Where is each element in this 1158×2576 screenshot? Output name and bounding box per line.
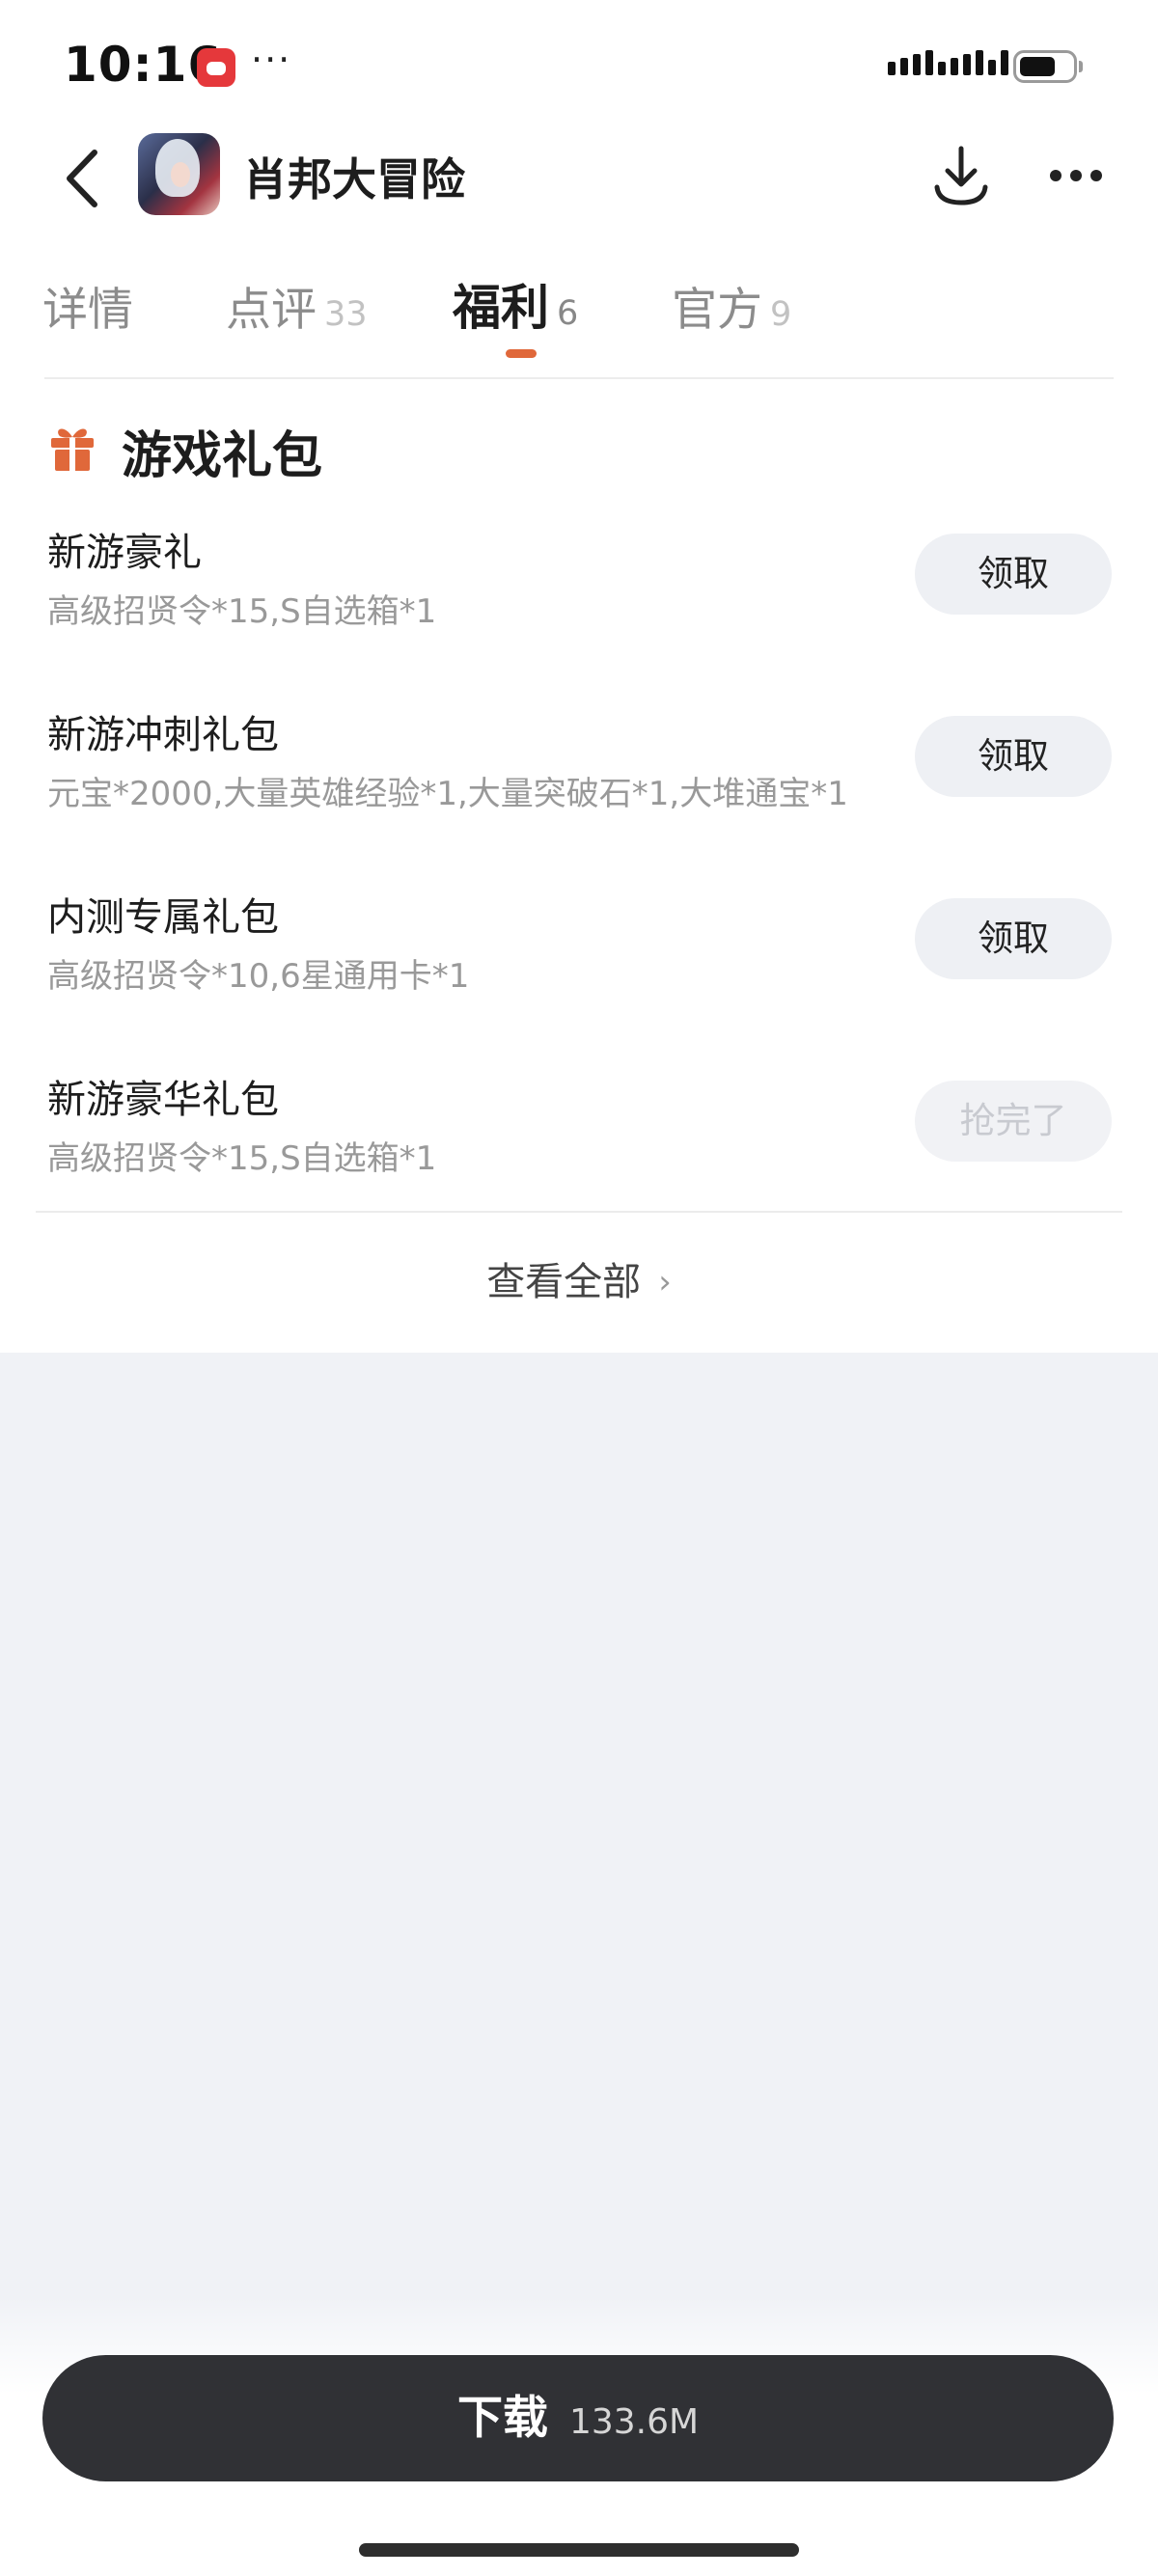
gift-item: 内测专属礼包 高级招贤令*10,6星通用卡*1 领取 bbox=[0, 886, 1158, 1030]
claim-button[interactable]: 领取 bbox=[915, 898, 1112, 979]
tab-count: 9 bbox=[770, 295, 792, 334]
tab-label: 点评 bbox=[226, 284, 317, 337]
gift-description: 高级招贤令*15,S自选箱*1 bbox=[47, 592, 437, 631]
tab-reviews[interactable]: 点评 33 bbox=[226, 272, 368, 339]
divider bbox=[44, 377, 1114, 379]
chevron-right-icon: › bbox=[658, 1263, 672, 1302]
download-label: 下载 bbox=[456, 2392, 548, 2445]
active-tab-indicator bbox=[506, 349, 537, 358]
tab-official[interactable]: 官方 9 bbox=[672, 272, 791, 339]
download-button[interactable]: 下载 133.6M bbox=[42, 2355, 1114, 2481]
battery-icon bbox=[1013, 50, 1083, 83]
signal-icon bbox=[888, 50, 1008, 75]
gift-item: 新游豪礼 高级招贤令*15,S自选箱*1 领取 bbox=[0, 521, 1158, 666]
view-all-link[interactable]: 查看全部 › bbox=[0, 1250, 1158, 1306]
tab-count: 33 bbox=[324, 295, 368, 334]
view-all-label: 查看全部 bbox=[486, 1260, 642, 1304]
gift-name: 内测专属礼包 bbox=[47, 895, 279, 940]
tab-bar: 详情 点评 33 福利 6 官方 9 bbox=[0, 272, 1158, 378]
tab-count: 6 bbox=[557, 294, 579, 333]
download-icon[interactable] bbox=[931, 143, 991, 208]
claim-button[interactable]: 领取 bbox=[915, 716, 1112, 797]
tab-details[interactable]: 详情 bbox=[42, 272, 133, 339]
section-title: 游戏礼包 bbox=[122, 427, 323, 485]
gift-description: 元宝*2000,大量英雄经验*1,大量突破石*1,大堆通宝*1 bbox=[47, 775, 848, 813]
download-size: 133.6M bbox=[568, 2402, 700, 2442]
home-indicator bbox=[359, 2543, 799, 2557]
tab-label: 官方 bbox=[672, 284, 762, 337]
gift-item: 新游豪华礼包 高级招贤令*15,S自选箱*1 抢完了 bbox=[0, 1068, 1158, 1213]
claim-button[interactable]: 领取 bbox=[915, 534, 1112, 615]
tab-benefits[interactable]: 福利 6 bbox=[453, 269, 578, 339]
gift-description: 高级招贤令*10,6星通用卡*1 bbox=[47, 957, 470, 996]
game-title: 肖邦大冒险 bbox=[243, 153, 465, 206]
gift-icon bbox=[51, 428, 94, 471]
notification-app-icon bbox=[197, 48, 235, 87]
gift-name: 新游豪华礼包 bbox=[47, 1078, 279, 1122]
more-options-icon[interactable] bbox=[1048, 166, 1104, 185]
gift-name: 新游冲刺礼包 bbox=[47, 713, 279, 757]
divider bbox=[36, 1211, 1122, 1213]
tab-label: 福利 bbox=[453, 280, 549, 336]
gift-description: 高级招贤令*15,S自选箱*1 bbox=[47, 1139, 437, 1178]
gift-name: 新游豪礼 bbox=[47, 531, 202, 575]
status-more-icon: ··· bbox=[251, 39, 292, 81]
back-arrow-icon[interactable] bbox=[60, 147, 106, 210]
tab-label: 详情 bbox=[42, 284, 133, 337]
game-avatar bbox=[138, 133, 220, 215]
gift-item: 新游冲刺礼包 元宝*2000,大量英雄经验*1,大量突破石*1,大堆通宝*1 领… bbox=[0, 703, 1158, 848]
sold-out-button[interactable]: 抢完了 bbox=[915, 1081, 1112, 1162]
